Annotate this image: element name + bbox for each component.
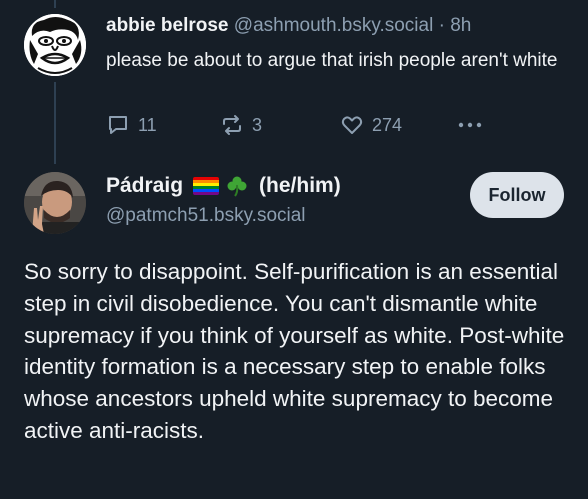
like-count: 274	[372, 114, 403, 135]
repost-button[interactable]: 3	[220, 110, 262, 140]
reply-icon	[109, 116, 127, 134]
separator-dot: ·	[438, 15, 445, 36]
reply-post[interactable]: abbie belrose @ashmouth.bsky.social · 8h…	[0, 0, 588, 160]
like-icon	[341, 116, 363, 134]
reply-count: 11	[138, 114, 157, 135]
follow-button[interactable]: Follow	[470, 172, 564, 218]
avatar-photo	[24, 172, 86, 234]
reply-button[interactable]: 11	[106, 110, 157, 140]
like-button[interactable]: 274	[340, 110, 402, 140]
avatar-drawing	[24, 14, 86, 76]
post-time[interactable]: 8h	[450, 15, 471, 36]
more-options-button[interactable]	[456, 110, 484, 140]
shamrock-icon	[227, 176, 247, 197]
reply-text: please be about to argue that irish peop…	[106, 50, 558, 71]
pronouns: (he/him)	[259, 174, 341, 197]
thread-line-connector	[54, 82, 56, 164]
author-name-row[interactable]: Pádraig (he/him)	[106, 174, 341, 198]
rainbow-flag-icon	[193, 177, 220, 195]
avatar[interactable]	[24, 14, 86, 76]
author-name[interactable]: Pádraig	[106, 174, 183, 198]
reply-header: abbie belrose @ashmouth.bsky.social · 8h	[106, 15, 471, 37]
post-actions: 11 3 274	[106, 110, 576, 140]
author-handle[interactable]: @patmch51.bsky.social	[106, 205, 306, 227]
avatar[interactable]	[24, 172, 86, 234]
author-name[interactable]: abbie belrose	[106, 15, 229, 36]
main-post[interactable]: Pádraig (he/him) @patmch51.bsky.social F…	[0, 160, 588, 499]
more-icon	[458, 122, 482, 128]
repost-count: 3	[252, 114, 263, 135]
post-text: So sorry to disappoint. Self-purificatio…	[24, 259, 565, 443]
author-handle[interactable]: @ashmouth.bsky.social	[234, 15, 434, 36]
repost-icon	[223, 115, 241, 135]
